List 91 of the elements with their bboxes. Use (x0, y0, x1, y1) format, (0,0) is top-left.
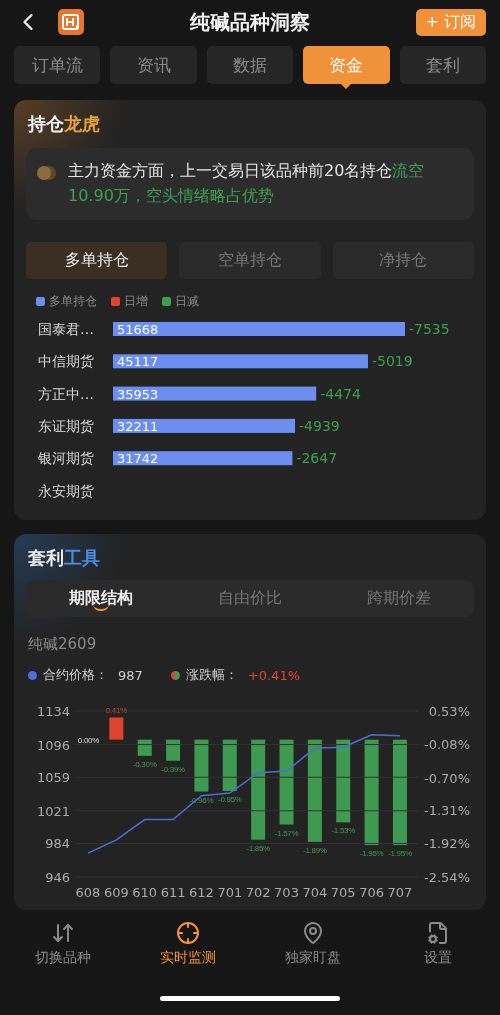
data-label: -0.95% (218, 795, 242, 805)
axis-label: 703 (274, 885, 299, 900)
axis-label: 1134 (36, 704, 70, 719)
axis-label: 946 (45, 870, 70, 885)
tab[interactable]: 订单流 (14, 46, 101, 84)
price-value: 987 (118, 667, 143, 683)
axis-label: 705 (330, 885, 356, 900)
data-label: -0.30% (132, 759, 157, 769)
tab[interactable]: 套利 (399, 46, 487, 84)
logo-icon (58, 9, 84, 35)
bar-value: 35953 (117, 386, 159, 402)
bar (194, 739, 209, 792)
axis-label: -0.70% (424, 770, 470, 786)
category-label: 国泰君… (38, 321, 94, 337)
contract-name: 纯碱2609 (28, 635, 98, 654)
change-value: +0.41% (247, 667, 301, 683)
axis-label: -0.08% (424, 737, 470, 752)
change-value: -5019 (372, 353, 413, 370)
axis-label: 609 (103, 885, 129, 900)
legend-swatch (36, 297, 45, 306)
section-title: 套利工具 (27, 546, 101, 570)
data-label: -1.95% (359, 849, 384, 859)
axis-label: -1.92% (424, 836, 470, 852)
data-label: -1.85% (246, 843, 270, 853)
axis-label: -2.54% (424, 870, 470, 885)
axis-label: 0.53% (428, 704, 470, 719)
price-label: 合约价格： (43, 666, 108, 684)
axis-label: 608 (75, 885, 101, 900)
bar (166, 739, 181, 761)
legend-label: 日增 (124, 293, 148, 310)
bar-value: 45117 (117, 354, 159, 370)
category-label: 中信期货 (38, 353, 94, 370)
tool-tab[interactable]: 跨期价差 (324, 580, 474, 617)
change-value: -4474 (320, 385, 361, 402)
nav-item[interactable]: 独家盯盘 (250, 920, 375, 968)
position-tab[interactable]: 空单持仓 (179, 242, 321, 279)
bar-value: 31742 (117, 451, 159, 467)
position-tab[interactable]: 净持仓 (332, 242, 474, 279)
arrows-icon (50, 921, 75, 945)
axis-label: 611 (160, 885, 186, 900)
bar (109, 717, 124, 740)
axis-label: -1.31% (424, 803, 470, 819)
crosshair-icon (175, 921, 200, 945)
axis-label: 702 (245, 885, 271, 900)
tool-tab[interactable]: 自由价比 (175, 580, 325, 617)
change-value: -7535 (409, 321, 450, 337)
change-label: 涨跌幅： (185, 666, 238, 684)
axis-label: 1096 (36, 737, 70, 753)
axis-label: 707 (387, 885, 413, 900)
tab[interactable]: 资讯 (110, 46, 197, 84)
tool-tab[interactable]: 期限结构 (26, 580, 176, 617)
data-label: -1.95% (388, 849, 412, 859)
data-label: -1.57% (274, 828, 299, 838)
subscribe-button[interactable]: + 订阅 (415, 8, 486, 36)
axis-label: 610 (132, 885, 158, 900)
document-gear-icon (425, 921, 450, 945)
category-label: 银河期货 (38, 450, 94, 467)
bar (222, 739, 237, 792)
data-label: -0.39% (161, 764, 185, 774)
data-label: 0.00% (77, 735, 99, 745)
tab[interactable]: 数据 (206, 46, 294, 84)
data-label: -1.89% (303, 845, 327, 855)
change-value: -2647 (296, 450, 338, 467)
change-dot (170, 670, 180, 680)
summary-text: 主力资金方面，上一交易日该品种前20名持仓流空10.90万，空头情绪略占优势 (68, 160, 426, 207)
legend-label: 日减 (175, 293, 199, 310)
data-label: 0.41% (105, 706, 127, 716)
legend-label: 多单持仓 (49, 293, 97, 310)
nav-item[interactable]: 实时监测 (125, 920, 250, 968)
bar-value: 32211 (117, 418, 159, 434)
axis-label: 706 (359, 885, 384, 900)
change-value: -4939 (299, 417, 340, 434)
axis-label: 1021 (36, 803, 70, 819)
tab-pointer (341, 84, 352, 89)
page-title: 纯碱品种洞察 (190, 9, 310, 34)
section-title: 持仓龙虎 (27, 112, 101, 136)
bar-value: 51668 (117, 322, 159, 337)
axis-label: 701 (217, 885, 243, 900)
position-tab[interactable]: 多单持仓 (26, 242, 168, 279)
axis-label: 704 (302, 885, 328, 900)
bar (137, 739, 152, 756)
axis-label: 1059 (36, 770, 70, 786)
axis-label: 612 (189, 885, 214, 900)
category-label: 永安期货 (38, 482, 94, 499)
axis-label: 984 (45, 836, 70, 852)
category-label: 方正中… (38, 385, 94, 402)
price-dot (28, 670, 37, 680)
nav-item[interactable]: 设置 (375, 920, 500, 968)
nav-item[interactable]: 切换品种 (0, 920, 125, 968)
category-label: 东证期货 (38, 417, 94, 434)
data-label: -1.53% (331, 826, 355, 836)
